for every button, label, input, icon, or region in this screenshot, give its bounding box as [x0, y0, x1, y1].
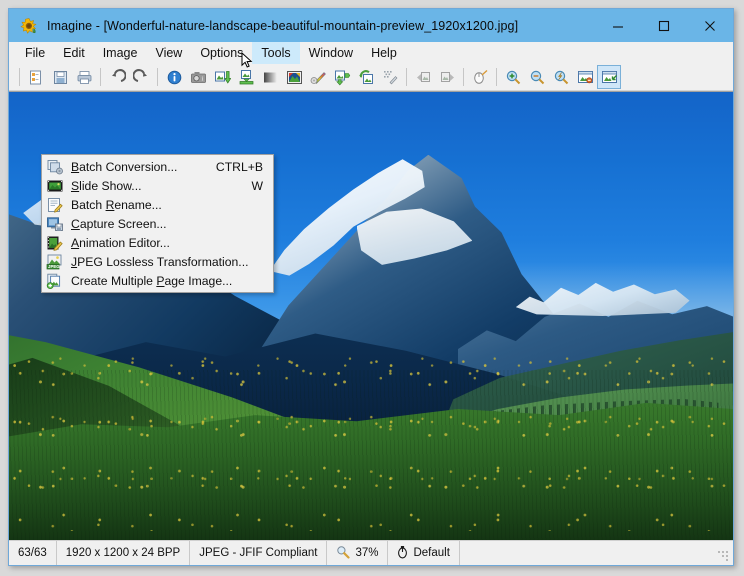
rotate-icon[interactable] [354, 65, 378, 89]
menu-options[interactable]: Options [191, 42, 252, 64]
toolbar-separator [157, 68, 158, 86]
window-controls [595, 9, 733, 42]
export-image-icon[interactable] [234, 65, 258, 89]
camera-icon[interactable]: i [186, 65, 210, 89]
effects-icon[interactable] [306, 65, 330, 89]
menu-bar: File Edit Image View Options Tools Windo… [9, 42, 733, 64]
slide-show-icon [46, 178, 64, 194]
menu-item-label: Capture Screen... [71, 216, 167, 231]
print-icon[interactable] [72, 65, 96, 89]
status-dimensions: 1920 x 1200 x 24 BPP [57, 541, 191, 565]
menu-file[interactable]: File [16, 42, 54, 64]
toolbar-separator [19, 68, 20, 86]
import-image-icon[interactable] [210, 65, 234, 89]
capture-screen-icon [46, 216, 64, 232]
color-adjust-icon[interactable] [282, 65, 306, 89]
window-title: Imagine - [Wonderful-nature-landscape-be… [47, 18, 519, 33]
fit-image-icon[interactable] [597, 65, 621, 89]
gradient-icon[interactable] [258, 65, 282, 89]
menu-item-capture-screen[interactable]: Capture Screen... [42, 214, 273, 233]
resize-grip[interactable] [717, 550, 730, 563]
status-bar: 63/63 1920 x 1200 x 24 BPP JPEG - JFIF C… [9, 540, 733, 565]
image-client-area[interactable]: Batch Conversion... CTRL+B Slide Show...… [9, 91, 733, 540]
toolbar: i [9, 64, 733, 91]
image-info-icon[interactable] [162, 65, 186, 89]
toolbar-separator [100, 68, 101, 86]
dither-icon[interactable] [378, 65, 402, 89]
menu-item-create-multipage[interactable]: Create Multiple Page Image... [42, 271, 273, 290]
color-depth-icon[interactable] [330, 65, 354, 89]
menu-item-jpeg-lossless[interactable]: JPEG JPEG Lossless Transformation... [42, 252, 273, 271]
status-mouse-value: Default [413, 547, 450, 559]
status-mouse-mode[interactable]: Default [388, 541, 460, 565]
menu-item-shortcut: W [251, 178, 263, 193]
menu-item-label: Create Multiple Page Image... [71, 273, 233, 288]
menu-item-shortcut: CTRL+B [215, 159, 263, 174]
title-bar[interactable]: Imagine - [Wonderful-nature-landscape-be… [9, 9, 733, 42]
magnifier-icon [336, 545, 351, 562]
menu-item-slide-show[interactable]: Slide Show... W [42, 176, 273, 195]
menu-view[interactable]: View [146, 42, 191, 64]
animation-editor-icon [46, 235, 64, 251]
menu-item-batch-rename[interactable]: Batch Rename... [42, 195, 273, 214]
toolbar-separator [463, 68, 464, 86]
undo-icon[interactable] [105, 65, 129, 89]
zoom-actual-icon[interactable] [549, 65, 573, 89]
grass-texture [9, 369, 733, 540]
redo-icon[interactable] [129, 65, 153, 89]
minimize-button[interactable] [595, 9, 641, 42]
toolbar-separator [496, 68, 497, 86]
zoom-out-icon[interactable] [525, 65, 549, 89]
menu-item-label: Slide Show... [71, 178, 142, 193]
save-file-icon[interactable] [48, 65, 72, 89]
menu-image[interactable]: Image [94, 42, 147, 64]
jpeg-lossless-icon: JPEG [46, 254, 64, 270]
fit-window-icon[interactable] [573, 65, 597, 89]
batch-conversion-icon [46, 159, 64, 175]
mouse-icon [397, 545, 408, 562]
status-zoom[interactable]: 37% [327, 541, 389, 565]
menu-item-batch-conversion[interactable]: Batch Conversion... CTRL+B [42, 157, 273, 176]
create-multipage-icon [46, 273, 64, 289]
menu-item-label: JPEG Lossless Transformation... [71, 254, 249, 269]
close-button[interactable] [687, 9, 733, 42]
next-image-icon[interactable] [435, 65, 459, 89]
zoom-in-icon[interactable] [501, 65, 525, 89]
application-window: Imagine - [Wonderful-nature-landscape-be… [8, 8, 734, 566]
menu-window[interactable]: Window [300, 42, 362, 64]
batch-rename-icon [46, 197, 64, 213]
previous-image-icon[interactable] [411, 65, 435, 89]
maximize-button[interactable] [641, 9, 687, 42]
status-format: JPEG - JFIF Compliant [190, 541, 328, 565]
menu-tools[interactable]: Tools [252, 42, 300, 64]
menu-edit[interactable]: Edit [54, 42, 94, 64]
menu-item-label: Animation Editor... [71, 235, 170, 250]
menu-item-animation-editor[interactable]: Animation Editor... [42, 233, 273, 252]
svg-text:JPEG: JPEG [48, 264, 60, 269]
menu-item-label: Batch Rename... [71, 197, 162, 212]
sunflower-icon [20, 17, 38, 35]
tools-dropdown-menu: Batch Conversion... CTRL+B Slide Show...… [41, 154, 274, 293]
menu-help[interactable]: Help [362, 42, 406, 64]
open-file-icon[interactable] [24, 65, 48, 89]
menu-item-label: Batch Conversion... [71, 159, 178, 174]
toolbar-separator [406, 68, 407, 86]
status-zoom-value: 37% [355, 547, 379, 559]
mouse-mode-icon[interactable] [468, 65, 492, 89]
status-page-counter: 63/63 [9, 541, 57, 565]
